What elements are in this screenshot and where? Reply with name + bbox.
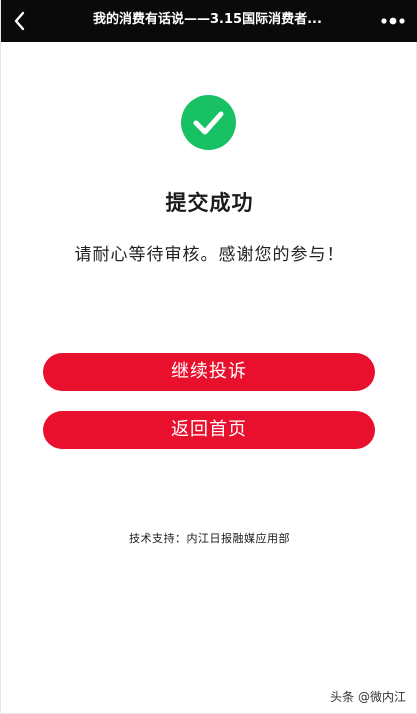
result-message: 请耐心等待审核。感谢您的参与！	[74, 245, 345, 265]
chevron-left-icon	[14, 11, 25, 31]
more-menu-button[interactable]	[378, 11, 408, 31]
technical-support-text: 技术支持：内江日报融媒应用部	[129, 532, 290, 545]
return-home-button[interactable]: 返回首页	[43, 411, 375, 449]
watermark-text: 头条 @微内江	[330, 690, 406, 704]
success-check-icon	[181, 95, 236, 150]
continue-complaint-button[interactable]: 继续投诉	[43, 353, 375, 391]
page: 我的消费有话说——3.15国际消费者... 提交成功 请耐心等待审核。感谢您的参…	[0, 0, 417, 714]
page-title: 我的消费有话说——3.15国际消费者...	[93, 12, 322, 27]
top-navigation-bar: 我的消费有话说——3.15国际消费者...	[1, 0, 417, 42]
result-title: 提交成功	[165, 191, 254, 215]
more-dots-icon	[381, 17, 405, 25]
back-button[interactable]	[7, 6, 35, 36]
